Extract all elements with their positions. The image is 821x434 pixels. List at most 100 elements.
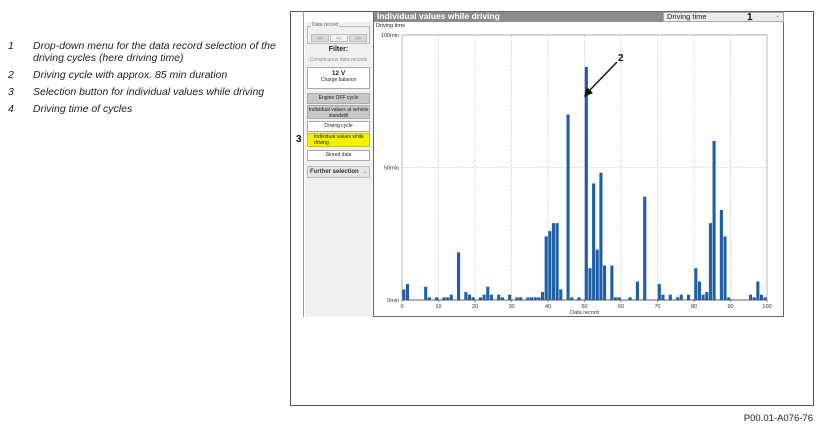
previous-record-button[interactable]: << bbox=[330, 34, 348, 42]
legend-num: 3 bbox=[8, 86, 14, 98]
y-axis-label: Driving time bbox=[376, 23, 405, 29]
bar bbox=[566, 114, 570, 300]
bar bbox=[643, 196, 647, 300]
bar bbox=[405, 284, 410, 300]
figure-caption: P00.01-A076-76 bbox=[743, 413, 813, 424]
data-record-group: Data record << << >> bbox=[307, 22, 370, 44]
standstill-values-button[interactable]: Individual values at vehicle standstill bbox=[307, 105, 370, 119]
y-tick-label: 50min bbox=[384, 166, 399, 172]
bar bbox=[508, 294, 512, 300]
x-axis-label: Data record bbox=[570, 310, 599, 316]
x-tick-label: 60 bbox=[618, 304, 624, 310]
further-selection-label: Further selection bbox=[310, 169, 359, 175]
bar-chart: Driving time0min50min100min0 10 20 30 40 50 60… bbox=[376, 23, 772, 316]
while-driving-values-button[interactable]: Individual values while driving bbox=[307, 133, 370, 147]
bar bbox=[701, 294, 705, 300]
dropdown-value: Driving time bbox=[667, 12, 707, 21]
legend-num: 2 bbox=[8, 69, 14, 81]
legend: 1 Drop-down menu for the data record sele… bbox=[8, 40, 278, 120]
voltage-label: 12 V bbox=[331, 70, 346, 77]
bar bbox=[668, 294, 672, 300]
bar bbox=[482, 294, 486, 300]
first-record-button[interactable]: << bbox=[311, 34, 329, 42]
legend-item: 1 Drop-down menu for the data record sele… bbox=[8, 40, 278, 64]
bar bbox=[402, 289, 406, 300]
bar bbox=[595, 249, 599, 300]
bar bbox=[694, 268, 698, 300]
callout-2-arrow-line bbox=[587, 61, 618, 93]
stored-data-button[interactable]: Stored data bbox=[307, 150, 370, 161]
bar bbox=[657, 284, 661, 300]
filter-option[interactable]: Conspicuous data records bbox=[305, 57, 372, 63]
bar bbox=[555, 223, 559, 300]
legend-num: 4 bbox=[8, 103, 14, 115]
x-tick-label: 40 bbox=[545, 304, 551, 310]
bar bbox=[486, 286, 490, 300]
charge-balance-button[interactable]: 12 V Charge balance bbox=[307, 67, 370, 89]
bar bbox=[679, 294, 683, 300]
bar bbox=[686, 294, 691, 300]
chart-panel: Individual values while driving Driving … bbox=[373, 11, 784, 317]
data-record-dropdown[interactable]: Driving time ⌄ bbox=[663, 12, 784, 22]
frame-divider bbox=[303, 11, 304, 317]
legend-text: Selection button for individual values w… bbox=[33, 86, 265, 98]
callout-3: 3 bbox=[296, 134, 302, 145]
driving-cycle-button[interactable]: Driving cycle bbox=[307, 121, 370, 132]
y-tick-label: 0min bbox=[387, 298, 399, 304]
bar bbox=[489, 294, 493, 300]
bar bbox=[544, 236, 548, 300]
sidebar: Data record << << >> Filter: Conspicuous… bbox=[305, 22, 372, 317]
bar bbox=[610, 265, 614, 300]
bar bbox=[712, 141, 716, 300]
bar bbox=[584, 66, 588, 300]
x-tick-label: 10 bbox=[435, 304, 441, 310]
bar bbox=[705, 292, 709, 300]
bar bbox=[464, 292, 468, 300]
bar bbox=[723, 236, 727, 300]
callout-2-arrow bbox=[584, 61, 618, 97]
bar bbox=[467, 294, 472, 300]
bar bbox=[449, 294, 453, 300]
legend-num: 1 bbox=[8, 40, 14, 52]
x-tick-label: 0 bbox=[400, 304, 403, 310]
x-tick-label: 30 bbox=[508, 304, 514, 310]
bar bbox=[592, 183, 596, 300]
bar bbox=[424, 286, 428, 300]
x-tick-label: 100 bbox=[762, 304, 771, 310]
panel-title: Individual values while driving bbox=[377, 11, 500, 21]
bar bbox=[708, 223, 712, 300]
bar bbox=[548, 231, 552, 300]
chevron-down-icon: ⌄ bbox=[774, 13, 780, 19]
bar bbox=[749, 294, 753, 300]
x-tick-label: 90 bbox=[727, 304, 733, 310]
bar bbox=[719, 209, 723, 300]
filter-label: Filter: bbox=[328, 46, 349, 53]
legend-item: 2 Driving cycle with approx. 85 min durat… bbox=[8, 69, 278, 81]
bar bbox=[756, 281, 760, 300]
bar bbox=[635, 281, 639, 300]
legend-text: Driving time of cycles bbox=[33, 103, 133, 115]
further-selection-dropdown[interactable]: Further selection ⌄ bbox=[307, 166, 370, 178]
x-tick-label: 70 bbox=[654, 304, 660, 310]
x-tick-label: 20 bbox=[472, 304, 478, 310]
legend-item: 4 Driving time of cycles bbox=[8, 103, 278, 115]
bar bbox=[559, 289, 563, 300]
bar bbox=[497, 294, 501, 300]
callout-1: 1 bbox=[747, 12, 753, 23]
chevron-down-icon: ⌄ bbox=[362, 169, 367, 175]
bar bbox=[697, 281, 702, 300]
legend-text: Drop-down menu for the data record selec… bbox=[33, 40, 276, 64]
next-record-button[interactable]: >> bbox=[349, 34, 367, 42]
y-tick-label: 100min bbox=[381, 33, 399, 39]
bar bbox=[588, 268, 592, 300]
x-tick-label: 80 bbox=[691, 304, 697, 310]
bar bbox=[661, 294, 665, 300]
bar bbox=[759, 294, 764, 300]
charge-balance-label: Charge balance bbox=[320, 77, 357, 83]
engine-off-cycle-button[interactable]: Engine OFF cycle bbox=[307, 93, 370, 104]
bar bbox=[551, 223, 556, 300]
bar bbox=[540, 292, 545, 300]
legend-text: Driving cycle with approx. 85 min durati… bbox=[33, 69, 228, 81]
bar bbox=[599, 172, 603, 300]
data-record-legend: Data record bbox=[311, 22, 340, 28]
